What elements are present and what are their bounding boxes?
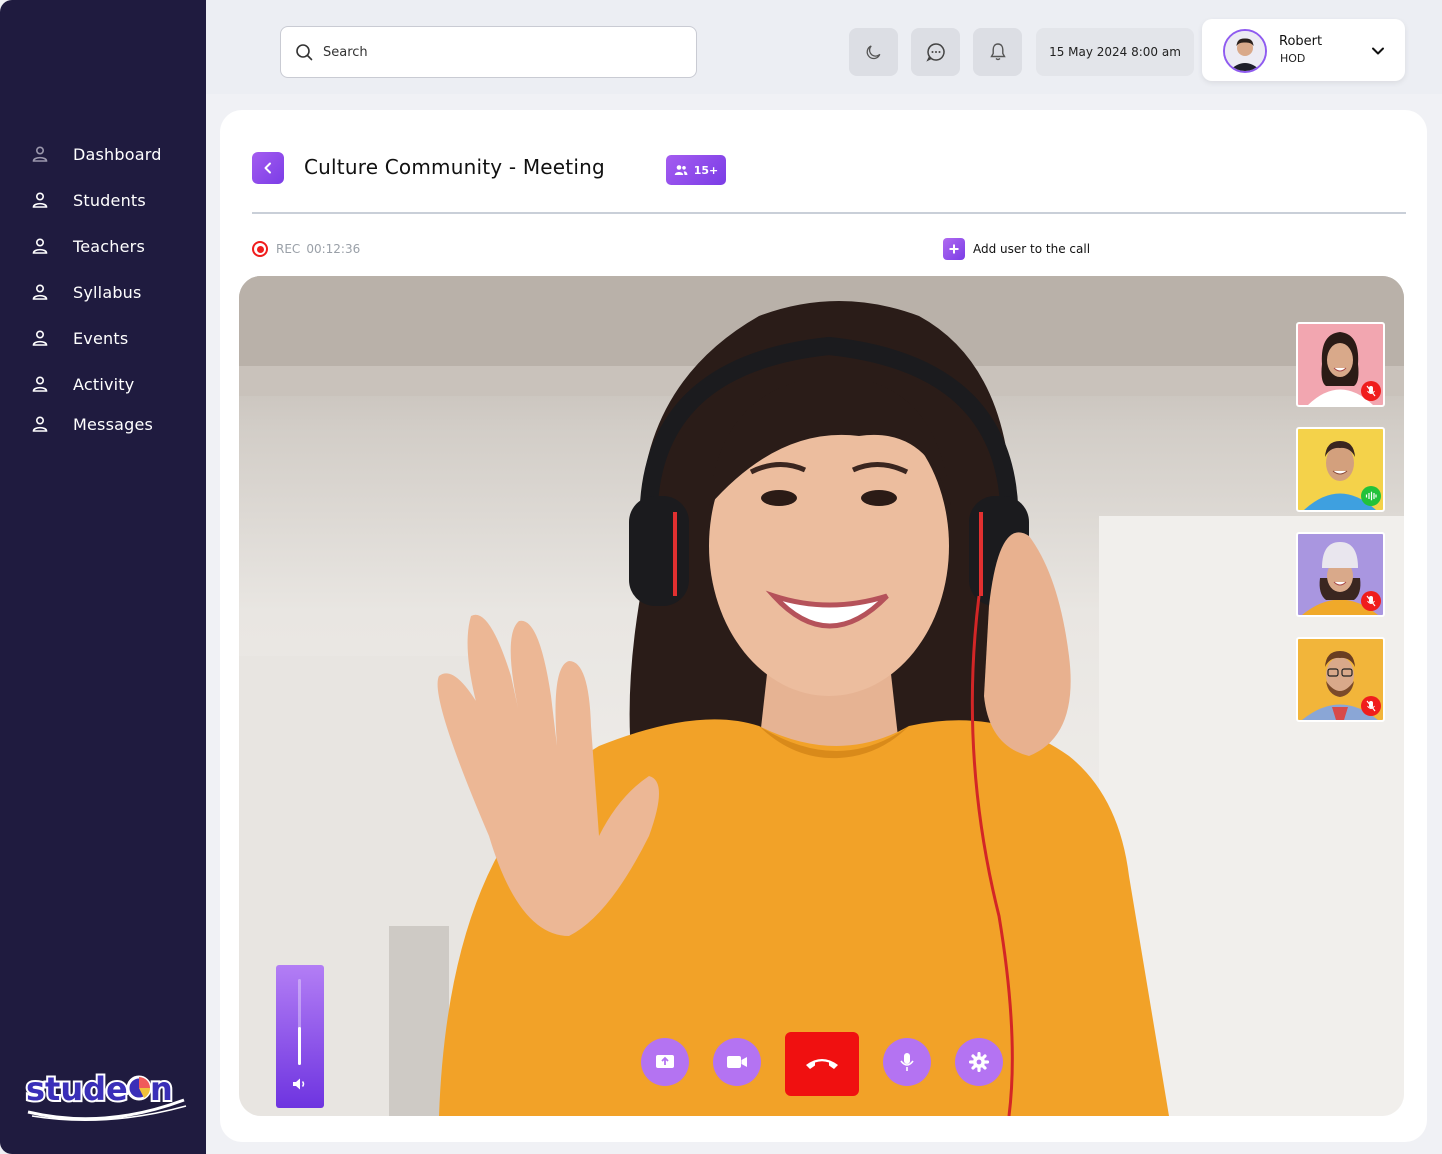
page-title: Culture Community - Meeting (304, 155, 605, 179)
record-icon (252, 241, 268, 257)
search-input[interactable] (323, 44, 663, 60)
chat-icon (925, 43, 945, 62)
sidebar-item-teachers[interactable]: Teachers (30, 230, 145, 262)
user-icon (30, 374, 50, 394)
sidebar-item-activity[interactable]: Activity (30, 368, 134, 400)
sidebar-item-syllabus[interactable]: Syllabus (30, 276, 142, 308)
notifications-button[interactable] (973, 28, 1022, 76)
microphone-icon (900, 1053, 914, 1071)
sidebar-item-dashboard[interactable]: Dashboard (30, 138, 162, 170)
plus-icon (943, 238, 965, 260)
participants-badge[interactable]: 15+ (666, 155, 726, 185)
user-name: Robert (1279, 34, 1323, 49)
user-icon (30, 414, 50, 434)
sidebar-item-messages[interactable]: Messages (30, 408, 153, 440)
sidebar-item-students[interactable]: Students (30, 184, 146, 216)
participant-thumbnail[interactable] (1296, 637, 1385, 722)
sidebar-item-label: Syllabus (73, 282, 142, 302)
settings-button[interactable] (955, 1038, 1003, 1086)
end-call-icon (806, 1059, 838, 1069)
bell-icon (989, 43, 1006, 61)
svg-text:stude: stude (26, 1070, 128, 1108)
search-bar[interactable] (280, 26, 697, 78)
date-time-text: 15 May 2024 8:00 am (1049, 45, 1181, 59)
participant-thumbnail[interactable] (1296, 532, 1385, 617)
moon-icon (866, 45, 880, 60)
sidebar-item-label: Dashboard (73, 144, 162, 164)
mic-muted-icon (1361, 591, 1381, 611)
header-divider (252, 212, 1406, 214)
user-profile-menu[interactable]: Robert HOD (1202, 19, 1405, 81)
user-icon (30, 236, 50, 256)
date-time-display: 15 May 2024 8:00 am (1036, 28, 1194, 76)
settings-icon (969, 1052, 989, 1072)
speaker-video-image (239, 276, 1404, 1116)
volume-level (298, 1027, 301, 1065)
dark-mode-button[interactable] (849, 28, 898, 76)
share-screen-button[interactable] (641, 1038, 689, 1086)
sidebar-item-events[interactable]: Events (30, 322, 128, 354)
chevron-left-icon (264, 162, 271, 174)
messages-button[interactable] (911, 28, 960, 76)
sidebar-item-label: Messages (73, 414, 154, 434)
recording-indicator: REC 00:12:36 (252, 241, 360, 257)
mic-muted-icon (1361, 696, 1381, 716)
user-role: HOD (1280, 52, 1306, 65)
microphone-button[interactable] (883, 1038, 931, 1086)
search-icon (296, 44, 313, 61)
share-screen-icon (656, 1055, 674, 1068)
user-icon (30, 144, 50, 164)
participant-thumbnail[interactable] (1296, 427, 1385, 512)
add-user-button[interactable]: Add user to the call (943, 238, 1090, 260)
user-icon (30, 282, 50, 302)
main-video-feed (239, 276, 1404, 1116)
add-user-label: Add user to the call (973, 242, 1091, 256)
participants-count: 15+ (693, 163, 719, 177)
rec-label: REC (276, 242, 301, 256)
mic-muted-icon (1361, 381, 1381, 401)
video-camera-icon (727, 1056, 747, 1068)
user-icon (30, 328, 50, 348)
speaker-icon (293, 1078, 305, 1090)
svg-text:n: n (150, 1070, 173, 1108)
rec-timer: 00:12:36 (306, 242, 361, 256)
sidebar-item-label: Teachers (73, 236, 145, 256)
sidebar-item-label: Events (73, 328, 129, 348)
sidebar: Dashboard Students Teachers Syllabus Eve… (0, 0, 206, 1154)
speaking-icon (1361, 486, 1381, 506)
user-icon (30, 190, 50, 210)
avatar (1223, 29, 1267, 73)
end-call-button[interactable] (785, 1032, 859, 1096)
volume-slider[interactable] (276, 965, 324, 1108)
studeon-logo[interactable]: stude n (24, 1062, 190, 1122)
users-icon (674, 165, 688, 175)
sidebar-item-label: Students (73, 190, 146, 210)
chevron-down-icon[interactable] (1370, 43, 1386, 59)
participant-thumbnail[interactable] (1296, 322, 1385, 407)
sidebar-item-label: Activity (73, 374, 135, 394)
video-toggle-button[interactable] (713, 1038, 761, 1086)
back-button[interactable] (252, 152, 284, 184)
